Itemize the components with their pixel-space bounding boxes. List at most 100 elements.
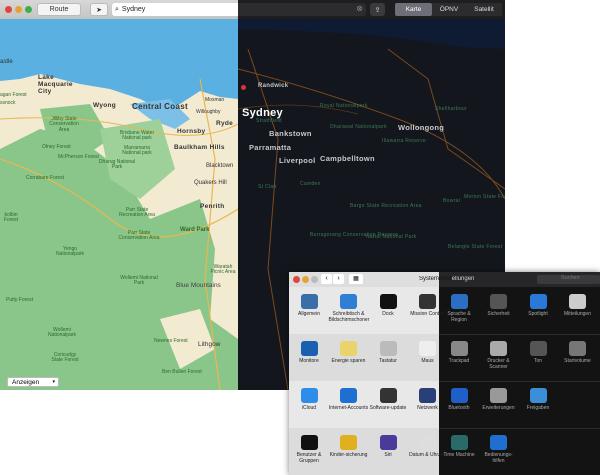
pref-pane-keyboard[interactable]: Tastatur [368,334,408,381]
prefs-row: Monitore Energie sparen Tastatur Maus Trackp… [289,334,600,381]
minimize-button[interactable] [302,276,309,283]
pref-pane-label: Bluetooth [448,405,470,411]
pref-pane-siri[interactable]: Siri [368,428,408,475]
clock-icon [419,435,436,450]
map-label: ssnock [0,100,16,106]
prefs-search-input[interactable]: Suchen [537,275,600,284]
map-label: Ward Park [180,227,210,233]
pref-pane-label: Sicherheit [487,311,510,317]
prefs-titlebar: ‹ › ▦ Systemeinstellungen Suchen [289,272,600,287]
pref-pane-label: Siri [384,452,392,458]
map-label: Bowral [443,198,461,204]
search-input[interactable]: ⌕ Sydney [112,3,238,16]
map-label: Coricudgy State Forest [51,352,79,364]
route-button[interactable]: Route [37,3,81,16]
show-menu-select[interactable]: Anzeigen ▾ [7,377,59,387]
map-label: Putty Forest [6,297,33,303]
tab-satellit[interactable]: Satellit [466,3,502,16]
pref-pane-label: Ton [533,358,543,364]
map-label: St Clair [258,184,277,190]
pref-pane-label: Benutzer & Gruppen [296,452,322,464]
pref-pane-parental[interactable]: Kinder-sicherung [329,428,369,475]
map-label: Wollemi National Park [120,275,158,287]
pref-pane-label: Energie sparen [331,358,366,364]
gear-clock-icon [379,388,397,403]
location-arrow-icon[interactable]: ➤ [90,3,108,16]
search-icon: ⌕ [115,5,119,13]
pref-pane-users[interactable]: Benutzer & Gruppen [289,428,329,475]
pref-pane-label: Erweiterungen [482,405,515,411]
map-label: Parramatta [249,143,292,152]
zoom-button[interactable] [25,6,32,13]
pref-pane-speaker[interactable]: Ton [518,334,558,381]
pref-pane-puzzle[interactable]: Erweiterungen [479,381,519,428]
tab-oepnv[interactable]: ÖPNV [432,3,466,16]
pref-pane-bluetooth[interactable]: Bluetooth [439,381,479,428]
location-pin-icon[interactable] [241,85,246,90]
pref-pane-at[interactable]: Internet-Accounts [329,381,369,428]
pref-pane-label: Sprache & Region [447,311,471,323]
map-label: Dharawal Nationalpark [330,124,387,130]
map-light-view[interactable]: astle Lake Macquarie City Wyong Central … [0,19,238,390]
map-label: Corrabare Forest [26,175,65,181]
map-label: Penrith [200,203,225,210]
close-button[interactable] [5,6,12,13]
globe-icon [419,388,436,403]
map-label: Liverpool [279,156,316,165]
map-label: Randwick [258,83,289,89]
pref-pane-time-machine[interactable]: Time Machine [439,428,479,475]
pref-pane-accessibility[interactable]: Bedienungs-hilfen [479,428,519,475]
pref-pane-house-lock[interactable]: Sicherheit [479,287,519,334]
close-button[interactable] [293,276,300,283]
tab-karte[interactable]: Karte [395,3,432,16]
pref-pane-gear-clock[interactable]: Software-update [368,381,408,428]
prefs-row: Allgemein Schreibtisch & Bildschirmschone… [289,287,600,334]
map-label: agan Forest [0,92,27,98]
puzzle-icon [490,388,507,403]
minimize-button[interactable] [15,6,22,13]
pref-pane-label: iCloud [301,405,317,411]
map-label: Bargo State Recreation Area [350,203,422,209]
map-label: Lithgow [198,341,221,348]
forward-button[interactable]: › [333,274,344,284]
pref-pane-label: Software-update [369,405,407,411]
printer-icon [490,341,507,356]
map-label: Bankstown [269,129,312,138]
map-label: Camden [300,181,321,187]
pref-pane-disk[interactable]: Startvolume [558,334,598,381]
map-label: Yengo Nationalpark [55,246,85,258]
bluetooth-icon [450,388,468,403]
pref-pane-printer[interactable]: Drucker & Scanner [479,334,519,381]
prefs-row: Benutzer & Gruppen Kinder-sicherung Siri Da… [289,428,600,475]
map-label: Lake Macquarie City [38,74,73,95]
parental-icon [340,435,357,450]
monitor-icon [300,341,318,356]
zoom-button[interactable] [311,276,318,283]
pref-pane-desktop[interactable]: Schreibtisch & Bildschirmschoner [329,287,369,334]
pref-pane-cloud[interactable]: iCloud [289,381,329,428]
pref-pane-magnifier[interactable]: Spotlight [518,287,558,334]
clear-search-icon[interactable]: ⊗ [356,4,363,13]
share-icon[interactable]: ⇪ [370,3,385,16]
trackpad-icon [450,341,468,356]
pref-pane-label: Time Machine [443,452,475,458]
grid-view-icon[interactable]: ▦ [349,274,363,284]
map-label: Illawarra Reserve [382,138,427,144]
pref-pane-trackpad[interactable]: Trackpad [439,334,479,381]
pref-pane-label: Freigaben [526,405,550,411]
map-label: Jilliby State Conservation Area [49,116,79,133]
pref-pane-folder[interactable]: Freigaben [518,381,558,428]
pref-pane-monitor[interactable]: Monitore [289,334,329,381]
map-label: Willoughby [196,109,221,115]
pref-pane-notifications[interactable]: Mitteilungen [558,287,598,334]
pref-pane-flag[interactable]: Sprache & Region [439,287,479,334]
map-label: Baulkham Hills [174,144,225,151]
search-placeholder: Suchen [561,275,580,281]
pref-pane-dock[interactable]: Dock [368,287,408,334]
maps-toolbar: Route ➤ ⌕ Sydney ⊗ ⇪ Karte ÖPNV Satellit [0,0,505,19]
chevron-down-icon: ▾ [52,379,55,385]
pref-pane-general[interactable]: Allgemein [289,287,329,334]
pref-pane-lightbulb[interactable]: Energie sparen [329,334,369,381]
map-label: Brisbane Water National park [119,130,155,142]
back-button[interactable]: ‹ [321,274,332,284]
